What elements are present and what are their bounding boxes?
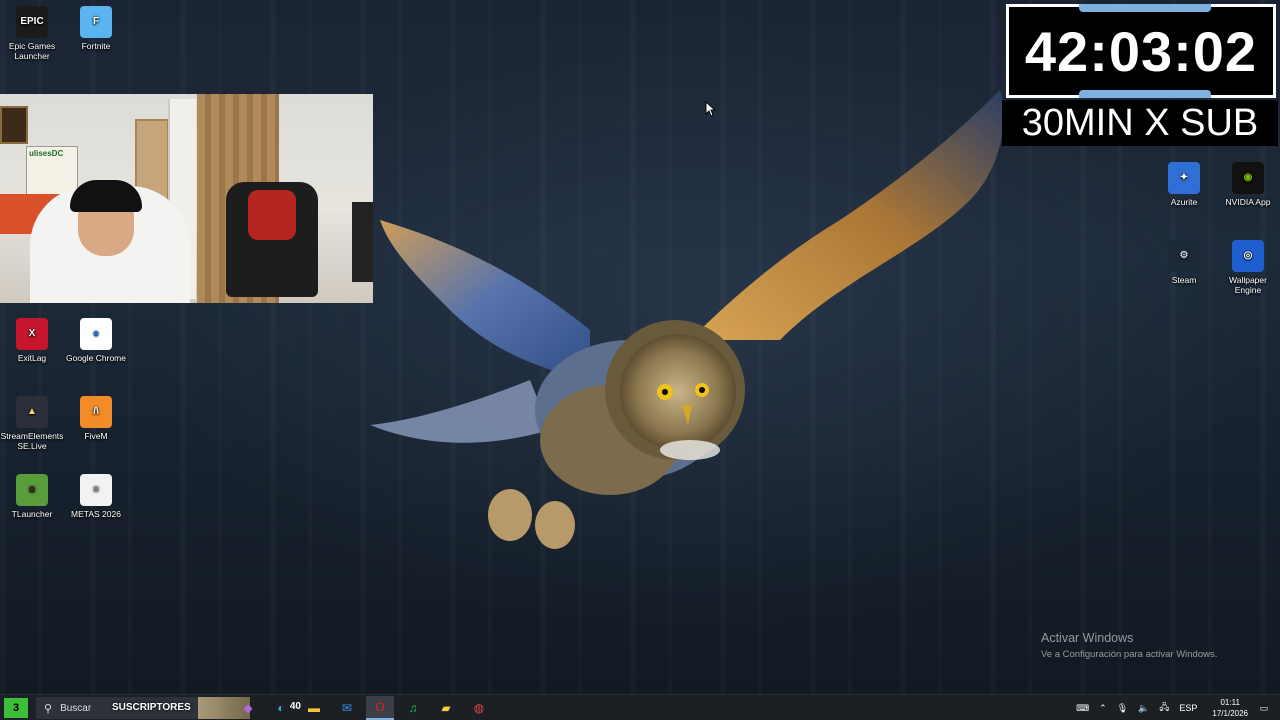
chrome-icon: ● — [80, 318, 112, 350]
desktop-icon-label: TLauncher — [11, 509, 53, 519]
taskbar-app-spotify[interactable]: ♫ — [399, 696, 427, 720]
start-badge[interactable]: 3 — [4, 698, 28, 718]
taskbar-app-mail[interactable]: ✉ — [333, 696, 361, 720]
taskbar-app-obs[interactable]: ◍ — [465, 696, 493, 720]
taskbar-app-opera[interactable]: O — [366, 696, 394, 720]
desktop-icon-nvidia[interactable]: ◉ NVIDIA App — [1216, 162, 1280, 207]
text-document-icon: ≡ — [80, 474, 112, 506]
opera-icon: O — [375, 700, 385, 714]
taskbar-app-edge[interactable]: ◐ 40 — [267, 696, 301, 720]
desktop-icon-label: Fortnite — [81, 41, 111, 51]
notification-icon[interactable]: ▭ — [1256, 703, 1272, 714]
system-tray: ⌨ ⌃ 🎙 🔈 🖧 ESP 01:11 17/1/2026 ▭ — [1071, 695, 1280, 720]
activate-windows-subtitle: Ve a Configuración para activar Windows. — [1041, 649, 1218, 660]
activate-windows-watermark: Activar Windows Ve a Configuración para … — [1041, 631, 1217, 660]
taskbar-app-file-explorer[interactable]: ▬ — [300, 696, 328, 720]
desktop-icon-label: StreamElements SE.Live — [0, 431, 64, 451]
tlauncher-icon: ■ — [16, 474, 48, 506]
spotify-icon: ♫ — [408, 701, 418, 715]
exitlag-icon: X — [16, 318, 48, 350]
desktop-icon-epic-games[interactable]: EPIC Epic Games Launcher — [0, 6, 64, 61]
taskbar-app-sticky-notes[interactable]: ▰ — [432, 696, 460, 720]
desktop-icon-streamelements[interactable]: ▲ StreamElements SE.Live — [0, 396, 64, 451]
taskbar-apps: ◆ ◐ 40 ▬ ✉ O ♫ ▰ ◍ — [234, 696, 498, 720]
desktop-icon-label: Google Chrome — [65, 353, 126, 363]
taskbar-app-copilot[interactable]: ◆ — [234, 696, 262, 720]
search-placeholder: Buscar — [60, 702, 92, 714]
desktop-icon-fivem[interactable]: /\ FiveM — [64, 396, 128, 441]
desktop-icon-chrome[interactable]: ● Google Chrome — [64, 318, 128, 363]
poster-text: ulisesDC — [29, 149, 64, 158]
copilot-icon: ◆ — [243, 701, 253, 715]
chevron-up-icon[interactable]: ⌃ — [1099, 703, 1107, 714]
mail-icon: ✉ — [341, 701, 353, 715]
timer-subtitle: 30MIN X SUB — [1002, 100, 1278, 146]
desktop-icon-fortnite[interactable]: F Fortnite — [64, 6, 128, 51]
desktop-icon-label: FiveM — [84, 431, 108, 441]
streamer-cap — [70, 180, 142, 212]
nvidia-icon: ◉ — [1232, 162, 1264, 194]
desktop-icon-label: METAS 2026 — [71, 509, 121, 519]
activate-windows-title: Activar Windows — [1041, 631, 1134, 645]
search-icon: ⚲ — [44, 702, 53, 715]
desktop-icon-azurite[interactable]: ✦ Azurite — [1152, 162, 1216, 207]
gaming-chair-accent — [248, 190, 296, 240]
desktop-icon-label: Steam — [1171, 275, 1197, 285]
clock-time: 01:11 — [1220, 698, 1240, 707]
webcam-overlay: ulisesDC — [0, 94, 373, 303]
taskbar: 3 ⚲ Buscar SUSCRIPTORES ◆ ◐ 40 ▬ ✉ O ♫ ▰ ◍ ⌨ ⌃ 🎙… — [0, 694, 1280, 720]
language-indicator[interactable]: ESP — [1179, 703, 1197, 713]
sticky-notes-icon: ▰ — [441, 701, 451, 715]
subathon-timer: 42:03:02 — [1006, 4, 1276, 98]
keyboard-icon[interactable]: ⌨ — [1076, 703, 1089, 714]
desktop-icon-text-document[interactable]: ≡ METAS 2026 — [64, 474, 128, 519]
wallpaper-engine-icon: ◎ — [1232, 240, 1264, 272]
azurite-icon: ✦ — [1168, 162, 1200, 194]
clock-date: 17/1/2026 — [1212, 709, 1248, 718]
steam-icon: ⚙ — [1168, 240, 1200, 272]
network-icon[interactable]: 🖧 — [1159, 700, 1169, 716]
desktop-icon-exitlag[interactable]: X ExitLag — [0, 318, 64, 363]
speaker-icon[interactable]: 🔈 — [1138, 703, 1149, 714]
desktop-icon-tlauncher[interactable]: ■ TLauncher — [0, 474, 64, 519]
desktop-icon-steam[interactable]: ⚙ Steam — [1152, 240, 1216, 285]
owl-wallpaper-image — [370, 90, 1004, 549]
wall-frame — [0, 106, 28, 144]
timer-value: 42:03:02 — [1024, 19, 1258, 83]
obs-icon: ◍ — [473, 701, 485, 715]
epic-games-icon: EPIC — [16, 6, 48, 38]
microphone-icon[interactable]: 🎙 — [1117, 703, 1128, 714]
mouse-cursor-icon — [705, 101, 717, 117]
desktop-icon-label: Azurite — [1170, 197, 1198, 207]
fortnite-icon: F — [80, 6, 112, 38]
desktop-icon-label: NVIDIA App — [1225, 197, 1271, 207]
desktop-icon-label: ExitLag — [17, 353, 47, 363]
monitor — [352, 202, 373, 282]
streamelements-icon: ▲ — [16, 396, 48, 428]
desktop-icon-label: Epic Games Launcher — [8, 41, 56, 61]
desktop-icon-label: Wallpaper Engine — [1229, 275, 1267, 295]
taskbar-clock[interactable]: 01:11 17/1/2026 — [1212, 697, 1248, 719]
fivem-icon: /\ — [80, 396, 112, 428]
desktop-icon-wallpaper-engine[interactable]: ◎ Wallpaper Engine — [1216, 240, 1280, 295]
edge-icon: ◐ — [277, 701, 285, 715]
file-explorer-icon: ▬ — [308, 701, 320, 715]
taskbar-search[interactable]: ⚲ Buscar SUSCRIPTORES — [36, 697, 250, 719]
subscribers-overlay-text: SUSCRIPTORES — [112, 702, 191, 713]
